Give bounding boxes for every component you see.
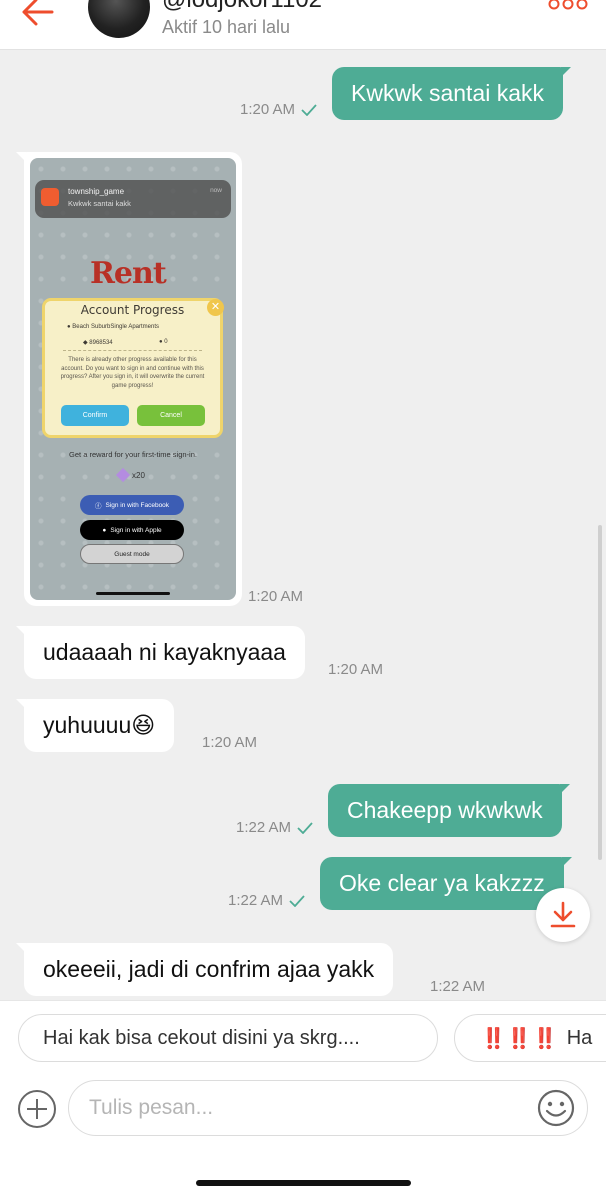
message-time: 1:20 AM xyxy=(248,588,304,605)
divider xyxy=(63,350,202,351)
home-area xyxy=(0,1148,606,1200)
cancel-button: Cancel xyxy=(137,405,205,426)
scroll-to-bottom-button[interactable] xyxy=(536,888,590,942)
dialog-body: There is already other progress availabl… xyxy=(60,357,205,389)
facebook-signin-button: ⓕ Sign in with Facebook xyxy=(80,495,184,515)
account-progress-dialog: Account Progress ✕ ● Beach SuburbSingle … xyxy=(42,298,224,438)
apple-signin-button: ● Sign in with Apple xyxy=(80,520,184,540)
message-text: Kwkwk santai kakk xyxy=(351,80,545,106)
home-indicator xyxy=(96,592,170,595)
confirm-button: Confirm xyxy=(61,405,129,426)
shared-screenshot[interactable]: township_game Kwkwk santai kakk now Rent… xyxy=(30,158,236,600)
message-time: 1:22 AM xyxy=(228,892,305,909)
reward-text: Get a reward for your first-time sign-in… xyxy=(69,450,197,459)
gem-icon xyxy=(115,467,131,483)
check-icon xyxy=(289,894,305,907)
location-text: ● Beach SuburbSingle Apartments xyxy=(67,324,160,330)
add-attachment-button[interactable] xyxy=(18,1090,56,1128)
notification-app: township_game xyxy=(68,187,125,196)
message-bubble-incoming[interactable]: okeeeii, jadi di confrim ajaa yakk xyxy=(15,943,394,996)
guest-mode-button: Guest mode xyxy=(80,544,184,564)
message-time: 1:20 AM xyxy=(328,661,384,678)
message-text: yuhuuuu😆 xyxy=(43,712,156,738)
arrow-left-icon[interactable] xyxy=(18,0,58,32)
quick-reply-marks: ‼️‼️‼️ xyxy=(481,1027,559,1050)
check-icon xyxy=(297,821,313,834)
close-icon: ✕ xyxy=(207,299,224,316)
message-text: Oke clear ya kakzzz xyxy=(339,870,545,896)
facebook-icon: ⓕ xyxy=(94,503,102,510)
message-input-bar xyxy=(0,1078,606,1148)
message-bubble-incoming[interactable]: udaaaah ni kayaknyaaa xyxy=(16,626,305,679)
message-time: 1:22 AM xyxy=(236,819,313,836)
notification-banner: township_game Kwkwk santai kakk now xyxy=(35,180,231,218)
quick-reply-chip[interactable]: Hai kak bisa cekout disini ya skrg.... xyxy=(18,1014,438,1062)
message-text: udaaaah ni kayaknyaaa xyxy=(43,639,286,665)
check-icon xyxy=(301,103,317,116)
emoji-icon[interactable] xyxy=(536,1088,576,1128)
message-bubble-incoming[interactable]: yuhuuuu😆 xyxy=(15,699,175,752)
message-time: 1:20 AM xyxy=(240,101,317,118)
reward-count: x20 xyxy=(115,467,145,483)
message-time: 1:22 AM xyxy=(430,978,486,995)
quick-replies-bar: Hai kak bisa cekout disini ya skrg.... ‼… xyxy=(0,1000,606,1078)
arrow-down-icon xyxy=(550,901,576,928)
message-bubble-outgoing[interactable]: Kwkwk santai kakk xyxy=(332,67,572,120)
message-time: 1:20 AM xyxy=(202,734,258,751)
notification-message: Kwkwk santai kakk xyxy=(68,199,131,208)
contact-name[interactable]: @lodjokor1102 xyxy=(162,0,322,14)
message-bubble-outgoing[interactable]: Oke clear ya kakzzz xyxy=(320,857,572,910)
apple-icon: ● xyxy=(102,526,107,534)
notification-time: now xyxy=(210,187,222,194)
more-icon[interactable] xyxy=(548,0,588,14)
dialog-title: Account Progress xyxy=(80,303,185,317)
chat-header: @lodjokor1102 Aktif 10 hari lalu xyxy=(0,0,606,50)
quick-reply-chip[interactable]: ‼️‼️‼️ Ha xyxy=(454,1014,606,1062)
scrollbar[interactable] xyxy=(598,525,602,860)
contact-status: Aktif 10 hari lalu xyxy=(162,17,291,37)
message-text: okeeeii, jadi di confrim ajaa yakk xyxy=(43,956,375,982)
game-logo: Rent xyxy=(90,256,167,291)
coins-value: ◆ 8968534 xyxy=(83,340,113,346)
message-bubble-outgoing[interactable]: Chakeepp wkwkwk xyxy=(328,784,570,837)
app-icon xyxy=(41,188,59,206)
avatar[interactable] xyxy=(88,0,150,38)
home-indicator xyxy=(196,1180,411,1186)
message-text: Chakeepp wkwkwk xyxy=(347,797,543,823)
message-input[interactable] xyxy=(68,1080,588,1136)
image-message[interactable]: township_game Kwkwk santai kakk now Rent… xyxy=(16,152,242,606)
gems-value: ● 0 xyxy=(159,339,168,345)
